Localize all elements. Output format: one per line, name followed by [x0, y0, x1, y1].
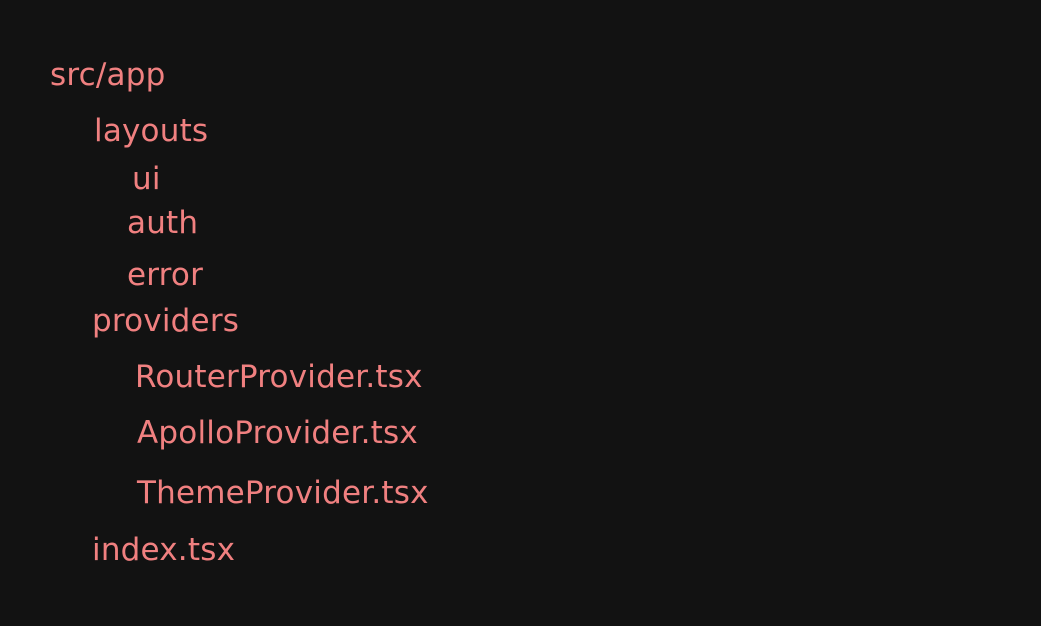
file-router-provider: RouterProvider.tsx — [135, 359, 423, 395]
folder-error: error — [127, 257, 204, 293]
file-theme-provider: ThemeProvider.tsx — [137, 475, 429, 511]
file-index: index.tsx — [92, 532, 236, 568]
folder-layouts: layouts — [94, 113, 209, 149]
file-apollo-provider: ApolloProvider.tsx — [137, 415, 418, 451]
folder-tree: src/app layouts ui auth error providers … — [0, 0, 1041, 626]
folder-auth: auth — [127, 205, 199, 241]
folder-ui: ui — [132, 161, 161, 197]
tree-root: src/app — [50, 57, 166, 93]
folder-providers: providers — [92, 303, 240, 339]
